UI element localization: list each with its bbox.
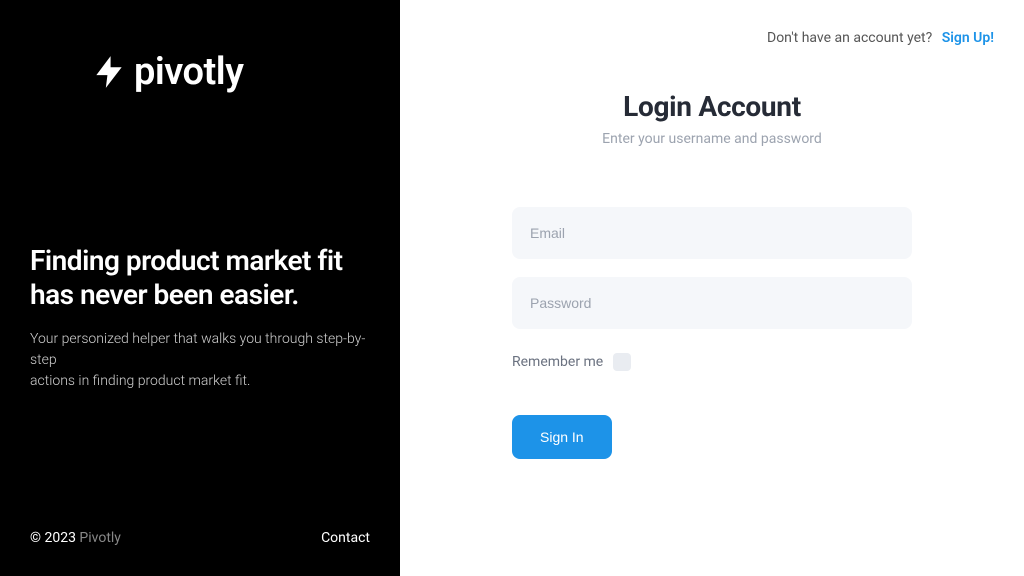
login-form: Remember me Sign In [512, 207, 912, 459]
password-field[interactable] [512, 277, 912, 329]
form-title: Login Account [430, 90, 994, 123]
logo-text: pivotly [134, 50, 244, 94]
signup-prompt-text: Don't have an account yet? [767, 30, 932, 46]
headline: Finding product market fit has never bee… [30, 244, 370, 311]
signup-link[interactable]: Sign Up! [942, 30, 994, 46]
left-panel: pivotly Finding product market fit has n… [0, 0, 400, 576]
remember-label: Remember me [512, 354, 603, 370]
copyright-brand: Pivotly [79, 530, 121, 546]
copyright: © 2023 Pivotly [30, 530, 121, 546]
logo: pivotly [90, 50, 370, 94]
signin-button[interactable]: Sign In [512, 415, 612, 459]
marketing-content: Finding product market fit has never bee… [30, 244, 370, 392]
copyright-prefix: © 2023 [30, 530, 79, 546]
footer: © 2023 Pivotly Contact [30, 530, 370, 546]
subtext-line-1: Your personized helper that walks you th… [30, 329, 370, 371]
lightning-icon [90, 52, 128, 92]
remember-checkbox[interactable] [613, 353, 631, 371]
form-container: Login Account Enter your username and pa… [430, 90, 994, 459]
right-panel: Don't have an account yet? Sign Up! Logi… [400, 0, 1024, 576]
signup-prompt: Don't have an account yet? Sign Up! [767, 30, 994, 46]
form-subtitle: Enter your username and password [430, 131, 994, 147]
subtext: Your personized helper that walks you th… [30, 329, 370, 392]
contact-link[interactable]: Contact [321, 530, 370, 546]
subtext-line-2: actions in finding product market fit. [30, 371, 370, 392]
remember-row: Remember me [512, 353, 912, 371]
email-field[interactable] [512, 207, 912, 259]
